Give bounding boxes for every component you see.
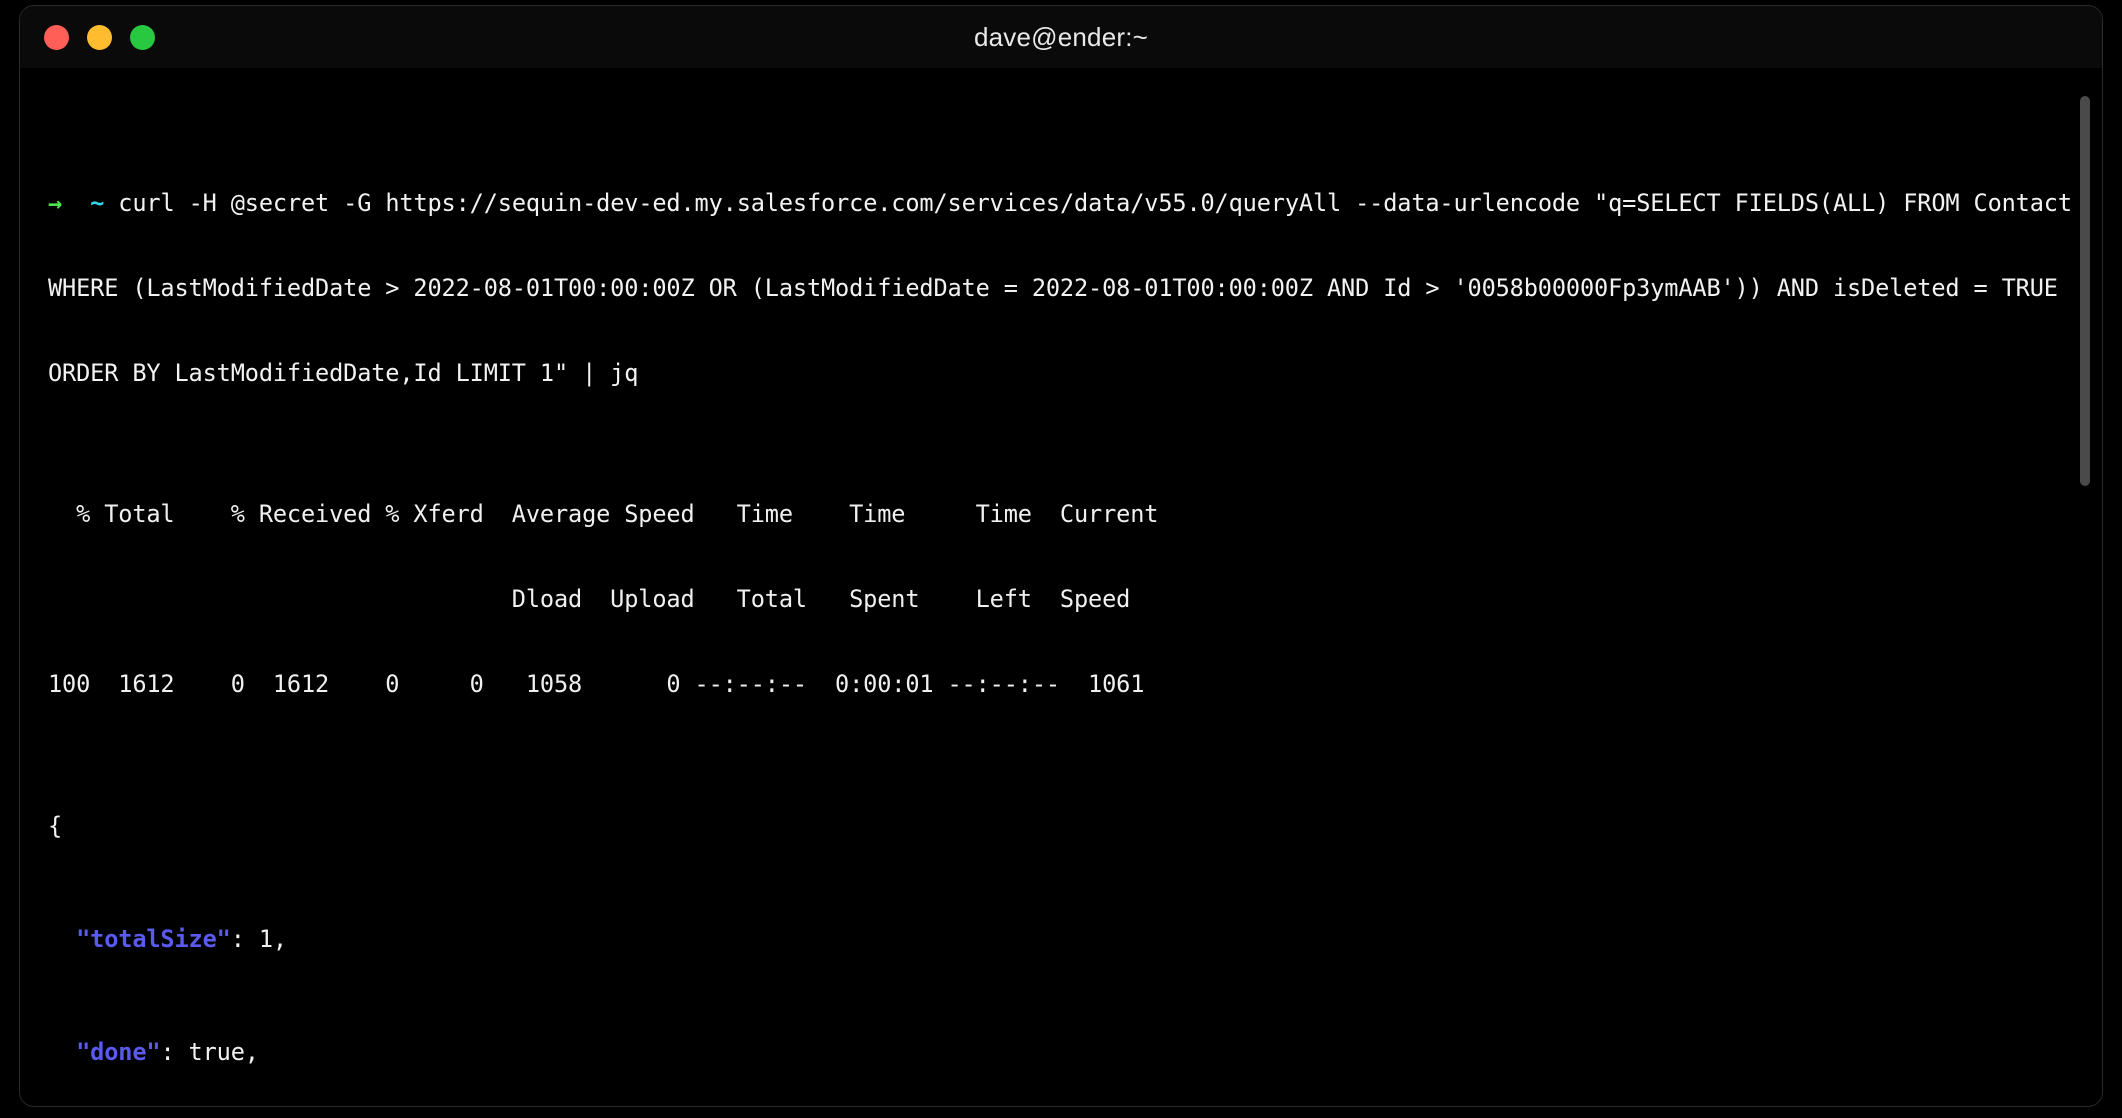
title-bar[interactable]: dave@ender:~	[20, 6, 2102, 68]
window-controls	[44, 24, 155, 50]
command-line-3: ORDER BY LastModifiedDate,Id LIMIT 1" | …	[48, 359, 2102, 387]
curl-progress-header-2: Dload Upload Total Spent Left Speed	[48, 585, 1131, 614]
prompt-arrow-icon: →	[48, 189, 63, 218]
window-title: dave@ender:~	[973, 21, 1149, 52]
close-button[interactable]	[44, 24, 69, 50]
maximize-button[interactable]	[130, 24, 155, 50]
json-key-done: "done"	[76, 1038, 161, 1067]
command-text-line-2: WHERE (LastModifiedDate > 2022-08-01T00:…	[48, 274, 2058, 303]
command-text-line-1: curl -H @secret -G https://sequin-dev-ed…	[118, 189, 2072, 218]
terminal-body[interactable]: → ~ curl -H @secret -G https://sequin-de…	[20, 68, 2102, 1106]
prompt-cwd: ~	[90, 189, 105, 218]
curl-progress-header-1: % Total % Received % Xferd Average Speed…	[48, 500, 1159, 529]
command-line-1: → ~ curl -H @secret -G https://sequin-de…	[48, 189, 2102, 217]
terminal-output: → ~ curl -H @secret -G https://sequin-de…	[48, 76, 2102, 1106]
json-open-brace: {	[48, 811, 63, 840]
minimize-button[interactable]	[87, 24, 112, 50]
command-line-2: WHERE (LastModifiedDate > 2022-08-01T00:…	[48, 274, 2102, 302]
json-key-totalSize: "totalSize"	[76, 924, 231, 953]
scrollbar-track[interactable]	[2078, 68, 2092, 1106]
json-line-done: "done": true,	[76, 1038, 259, 1067]
curl-progress-stats: 100 1612 0 1612 0 0 1058 0 --:--:-- 0:00…	[48, 670, 1145, 699]
json-value-done: true	[188, 1038, 245, 1067]
json-line-totalsize: "totalSize": 1,	[76, 924, 287, 953]
scrollbar-thumb[interactable]	[2080, 96, 2090, 486]
command-text-line-3: ORDER BY LastModifiedDate,Id LIMIT 1" | …	[48, 358, 639, 387]
json-value-totalSize: 1	[258, 924, 273, 953]
terminal-window[interactable]: dave@ender:~ → ~ curl -H @secret -G http…	[20, 6, 2102, 1106]
